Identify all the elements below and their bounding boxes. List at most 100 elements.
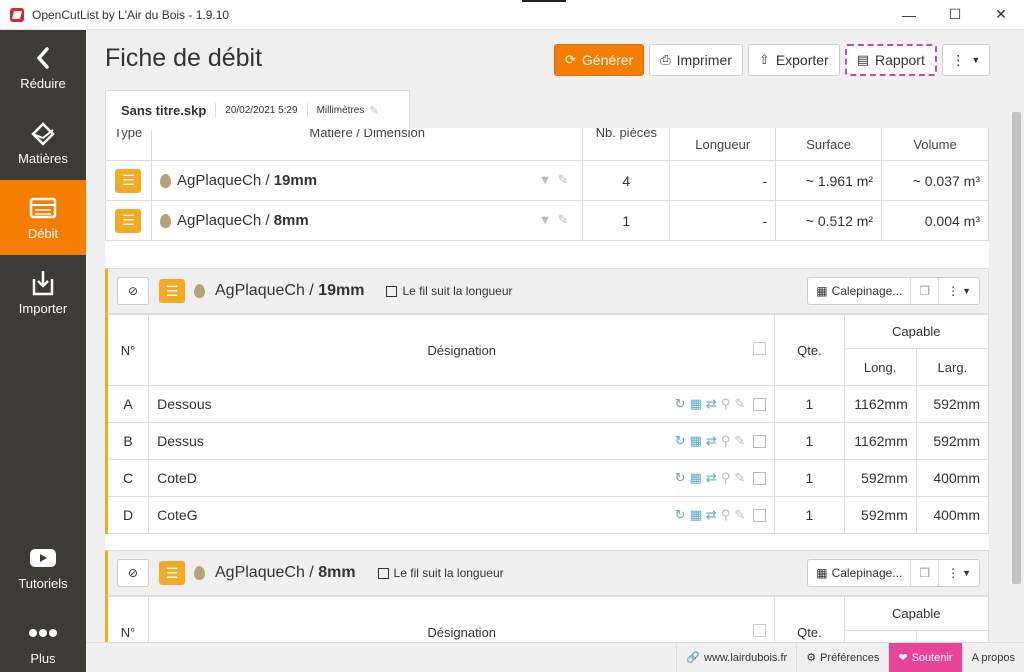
flip-icon[interactable]: ⇄ [706,470,721,485]
sidebar-item-import[interactable]: Importer [0,255,86,330]
file-tab: Sans titre.skp 20/02/2021 5:29 Millimètr… [105,90,410,129]
about-button[interactable]: A propos [961,643,1024,672]
sidebar-item-more[interactable]: Plus [0,605,86,672]
sidebar: Réduire Matières Débit Importer Tutoriel… [0,30,86,672]
table-row[interactable]: D CoteG ↻▦⇄⚲✎ 1 592mm 400mm [105,496,989,534]
sheet-good-icon: ☰ [159,561,185,585]
generate-button[interactable]: ⟳ Générer [554,44,645,76]
youtube-icon [29,544,57,572]
close-button[interactable]: ✕ [978,0,1024,30]
sidebar-item-label: Importer [18,301,68,316]
maximize-button[interactable]: ☐ [932,0,978,30]
rotate-icon[interactable]: ↻ [675,396,690,411]
table-row[interactable]: A Dessous ↻▦⇄⚲✎ 1 1162mm 592mm [105,385,989,423]
col-header-volume: Volume [881,128,989,161]
sidebar-item-materials[interactable]: Matières [0,105,86,180]
row-checkbox[interactable] [753,509,767,523]
search-icon[interactable]: ⚲ [721,507,735,522]
flip-icon[interactable]: ⇄ [706,433,721,448]
table-row[interactable]: B Dessus ↻▦⇄⚲✎ 1 1162mm 592mm [105,422,989,460]
sidebar-item-label: Réduire [20,76,66,91]
grain-direction: Le fil suit la longueur [386,284,513,298]
link-icon: 🔗 [686,652,701,664]
summary-row[interactable]: ☰ AgPlaqueCh / 19mm ▼✎ 4 - ~ 1.961 m² ~ … [105,160,989,201]
edit-pencil-icon[interactable]: ✎ [734,507,749,522]
app-logo-icon [10,7,24,22]
edit-pencil-icon[interactable]: ✎ [734,470,749,485]
group-options-button[interactable]: ⋮ ▼ [939,278,979,304]
vertical-scrollbar[interactable] [1008,30,1024,642]
sidebar-item-cutlist[interactable]: Débit [0,180,86,255]
row-checkbox[interactable] [753,435,767,449]
highlight-button[interactable]: ❐ [911,278,940,304]
rotate-icon[interactable]: ↻ [675,507,690,522]
flip-icon[interactable]: ⇄ [706,507,721,522]
row-checkbox[interactable] [753,398,767,412]
website-link[interactable]: 🔗 www.lairdubois.fr [676,643,796,672]
more-options-button[interactable]: ⋮ ▼ [941,44,990,76]
col-header-larg: Larg. [915,348,989,386]
material-color-icon [194,284,205,298]
export-icon: ⇧ [758,52,770,67]
preferences-button[interactable]: ⚙ Préférences [796,643,888,672]
download-icon[interactable]: ▼ [539,172,558,187]
cube-icon: ❐ [919,566,931,580]
edit-pencil-icon[interactable]: ✎ [734,396,749,411]
rotate-icon[interactable]: ↻ [675,470,690,485]
col-header-qty: Qte. [774,314,845,386]
gear-icon: ⚙ [806,652,817,664]
printer-icon: ⎙ [660,52,671,67]
layout-button[interactable]: ▦ Calepinage... [808,560,912,586]
chevron-left-icon [36,44,50,72]
eye-slash-icon: ⊘ [127,284,139,298]
export-button[interactable]: ⇧ Exporter [747,44,840,76]
grain-icon [377,567,389,579]
highlight-button[interactable]: ❐ [911,560,940,586]
resize-icon[interactable]: ▦ [690,507,706,522]
support-button[interactable]: ❤ Soutenir [888,643,962,672]
select-all-checkbox[interactable] [753,342,767,355]
caret-down-icon: ▼ [962,286,971,296]
edit-pencil-icon[interactable]: ✎ [369,104,378,117]
search-icon[interactable]: ⚲ [721,433,735,448]
col-header-length: Longueur [669,128,777,161]
col-header-num: N° [105,314,150,386]
report-button[interactable]: ▤ Rapport [844,44,937,76]
resize-icon[interactable]: ▦ [690,470,706,485]
scroll-thumb[interactable] [1012,112,1021,584]
print-button[interactable]: ⎙ Imprimer [649,44,743,76]
summary-row[interactable]: ☰ AgPlaqueCh / 8mm ▼✎ 1 - ~ 0.512 m² 0.0… [105,200,989,241]
flip-icon[interactable]: ⇄ [706,396,721,411]
table-row[interactable]: C CoteD ↻▦⇄⚲✎ 1 592mm 400mm [105,459,989,497]
report-icon: ▤ [856,52,870,67]
col-header-count: Nb. pièces [582,128,671,161]
resize-icon[interactable]: ▦ [690,433,706,448]
resize-icon[interactable]: ▦ [690,396,706,411]
col-header-capable: Capable [843,314,989,349]
sidebar-item-label: Tutoriels [18,576,68,591]
rotate-icon[interactable]: ↻ [675,433,690,448]
col-header-long: Long. [843,348,917,386]
sidebar-item-reduce[interactable]: Réduire [0,30,86,105]
window-titlebar: OpenCutList by L'Air du Bois - 1.9.10 — … [0,0,1024,30]
minimize-button[interactable]: — [886,0,932,30]
select-all-checkbox[interactable] [753,624,767,637]
edit-pencil-icon[interactable]: ✎ [557,172,574,187]
edit-pencil-icon[interactable]: ✎ [734,433,749,448]
file-date: 20/02/2021 5:29 [225,104,298,116]
group-options-button[interactable]: ⋮ ▼ [939,560,979,586]
caret-down-icon: ▼ [971,55,981,65]
download-icon[interactable]: ▼ [539,212,558,227]
cube-icon: ❐ [919,284,931,298]
edit-pencil-icon[interactable]: ✎ [557,212,574,227]
col-header-num: N° [105,596,150,642]
sidebar-item-label: Débit [27,226,59,241]
sidebar-item-tutorials[interactable]: Tutoriels [0,530,86,605]
layout-button[interactable]: ▦ Calepinage... [808,278,912,304]
material-color-icon [194,566,205,580]
search-icon[interactable]: ⚲ [721,396,735,411]
hide-toggle-button[interactable]: ⊘ [117,559,149,587]
row-checkbox[interactable] [753,472,767,486]
search-icon[interactable]: ⚲ [721,470,735,485]
hide-toggle-button[interactable]: ⊘ [117,277,149,305]
